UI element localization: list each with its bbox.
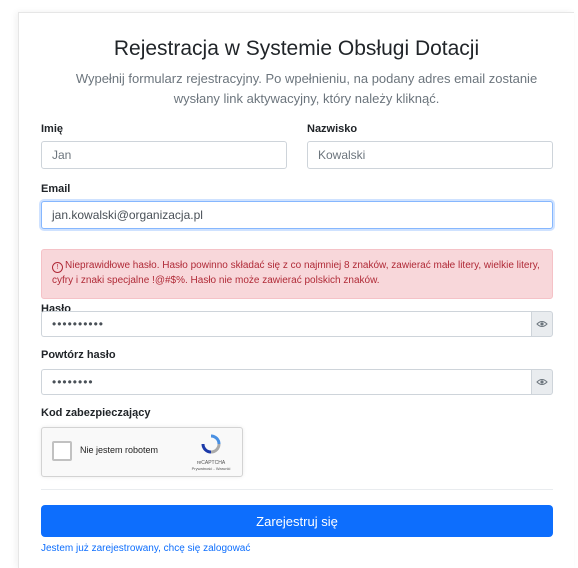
confirm-password-input[interactable]: •••••••• [41,369,531,395]
exclamation-circle-icon: ! [52,262,63,273]
password-input[interactable]: •••••••••• [41,311,531,337]
confirm-password-group: •••••••• [41,369,553,395]
last-name-input[interactable]: Kowalski [307,141,553,169]
recaptcha-widget: Nie jestem robotem reCAPTCHA Prywatność … [41,427,243,477]
recaptcha-terms[interactable]: Prywatność - Warunki [188,466,234,471]
email-field[interactable]: jan.kowalski@organizacja.pl [41,201,553,229]
recaptcha-icon [201,434,221,454]
register-button[interactable]: Zarejestruj się [41,505,553,537]
password-toggle-button[interactable] [531,311,553,337]
last-name-label: Nazwisko [307,123,358,135]
divider [41,489,553,490]
page-subtitle: Wypełnij formularz rejestracyjny. Po wpe… [75,71,538,106]
registration-card: Rejestracja w Systemie Obsługi Dotacji W… [18,12,574,568]
eye-icon [536,321,548,327]
email-label: Email [41,183,71,195]
recaptcha-checkbox[interactable] [52,441,72,461]
page-title: Rejestracja w Systemie Obsługi Dotacji [113,37,480,60]
password-group: •••••••••• [41,311,553,337]
alert-text: Nieprawidłowe hasło. Hasło powinno skład… [52,260,540,286]
captcha-label: Kod zabezpieczający [41,407,151,419]
password-error-alert: ! Nieprawidłowe hasło. Hasło powinno skła… [41,249,553,299]
first-name-input[interactable]: Jan [41,141,287,169]
recaptcha-logo: reCAPTCHA Prywatność - Warunki [188,434,234,471]
recaptcha-checkbox-label: Nie jestem robotem [80,445,159,455]
first-name-label: Imię [41,123,64,135]
login-link[interactable]: Jestem już zarejestrowany, chcę się zalo… [41,543,250,554]
confirm-password-toggle-button[interactable] [531,369,553,395]
eye-icon [536,379,548,385]
confirm-password-label: Powtórz hasło [41,349,116,361]
